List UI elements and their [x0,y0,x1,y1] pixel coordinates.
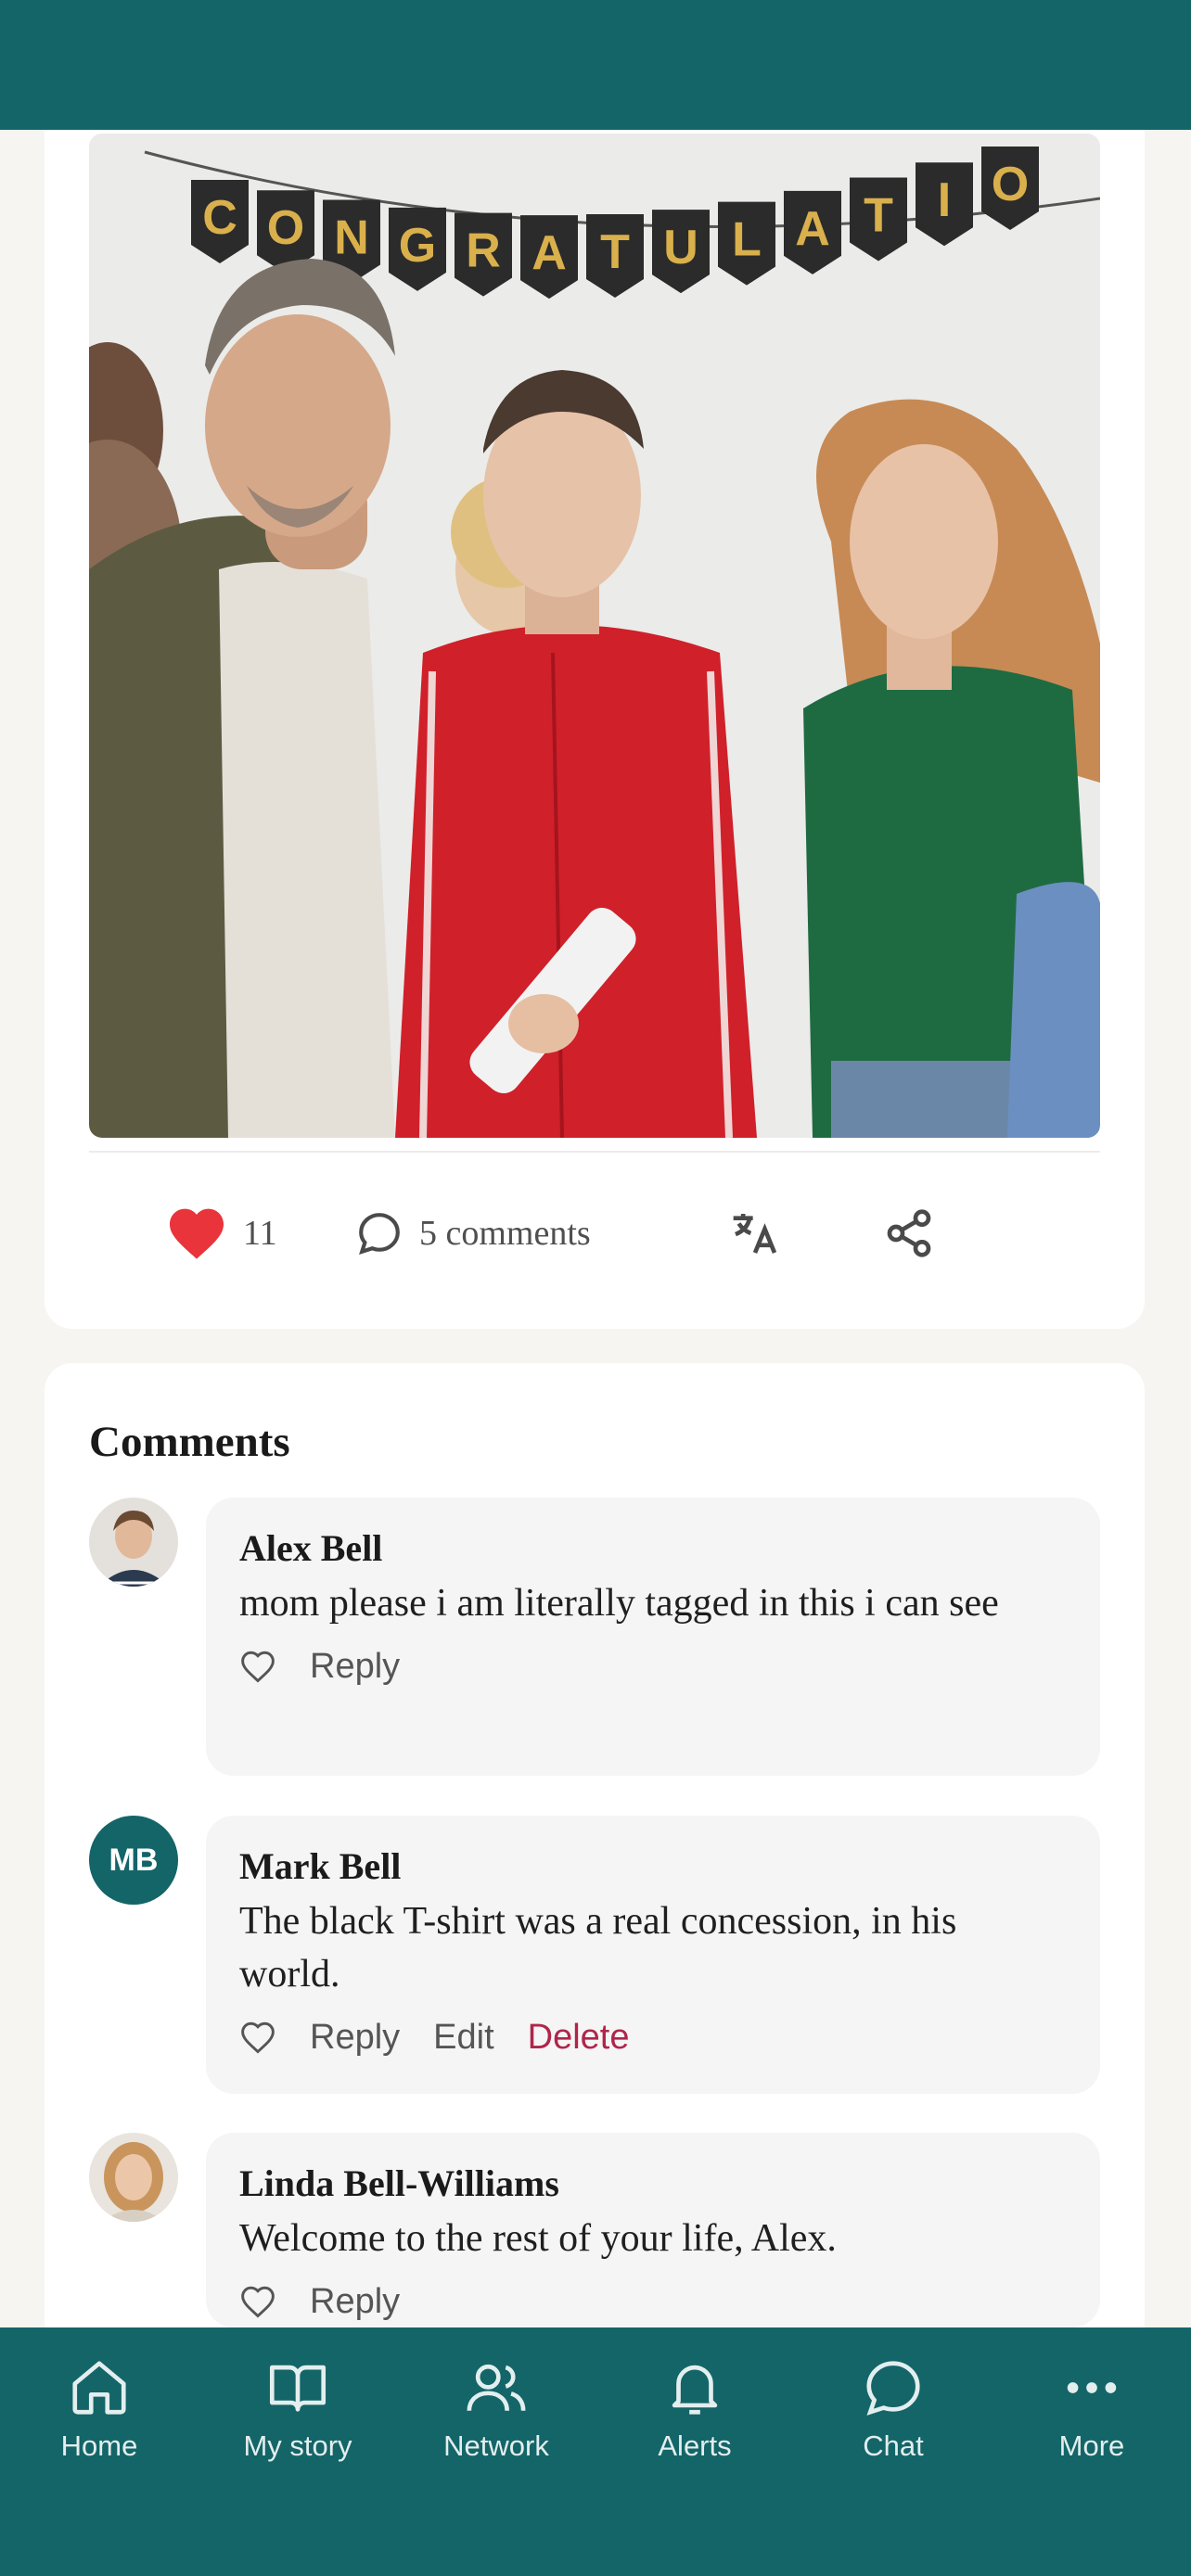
comment-author[interactable]: Mark Bell [239,1843,1067,1890]
nav-my-story[interactable]: My story [198,2355,397,2476]
book-icon [269,2365,327,2412]
alex-avatar-photo [89,1498,178,1587]
post-card: CONGRATULATIO 11 5 comments [45,130,1145,1329]
heart-outline-icon[interactable] [239,1650,276,1683]
linda-avatar-photo [89,2133,178,2222]
nav-home[interactable]: Home [0,2355,198,2476]
comments-count-label: 5 comments [419,1214,591,1253]
heart-filled-icon [170,1208,224,1259]
comment-text: mom please i am literally tagged in this… [239,1582,999,1625]
share-button[interactable] [883,1196,935,1270]
avatar-initials[interactable]: MB [89,1816,178,1905]
nav-alerts[interactable]: Alerts [596,2355,794,2476]
heart-outline-icon[interactable] [239,2021,276,2054]
graduation-photo: CONGRATULATIO [89,134,1100,1138]
comment-text: Welcome to the rest of your life, Alex. [239,2217,837,2260]
nav-more[interactable]: More [992,2355,1191,2476]
comments-section: Comments Alex Bell mom please i am liter… [45,1363,1145,2327]
translate-button[interactable] [729,1196,781,1270]
banner-letter: C [202,191,237,245]
comment-text: The black T-shirt was a real concession,… [239,1900,957,1996]
banner-letter: U [663,221,698,274]
avatar[interactable] [89,1498,178,1587]
reply-button[interactable]: Reply [310,1647,400,1687]
banner-letter: N [334,211,369,265]
banner-letter: O [992,158,1029,211]
comment-author[interactable]: Linda Bell-Williams [239,2161,1067,2207]
comment-actions: Reply [239,1643,1067,1690]
banner-letter: L [732,213,762,267]
comment-actions: Reply Edit Delete [239,2014,1067,2060]
reply-button[interactable]: Reply [310,2018,400,2058]
banner-letter: T [600,225,630,279]
post-actions: 11 5 comments [89,1196,1100,1270]
banner-letter: O [267,201,304,255]
comment-bubble: Mark Bell The black T-shirt was a real c… [206,1816,1100,2094]
comment-author[interactable]: Alex Bell [239,1525,1067,1572]
banner-letter: R [466,224,501,278]
like-count: 11 [243,1214,277,1253]
comments-button[interactable]: 5 comments [356,1196,591,1270]
comment-bubble: Linda Bell-Williams Welcome to the rest … [206,2133,1100,2327]
comment-actions: Reply [239,2278,1067,2325]
banner-letter: I [938,173,951,227]
banner-letter: A [531,226,567,280]
delete-button[interactable]: Delete [528,2018,630,2058]
heart-outline-icon[interactable] [239,2285,276,2318]
nav-label: Chat [863,2429,924,2462]
divider [89,1151,1100,1153]
reply-button[interactable]: Reply [310,2282,400,2322]
banner-letter: T [864,189,893,243]
nav-label: My story [243,2429,352,2462]
post-photo[interactable]: CONGRATULATIO [89,134,1100,1138]
nav-label: Alerts [658,2429,732,2462]
banner-letter: A [795,202,830,256]
nav-label: Home [60,2429,138,2462]
people-icon [467,2364,526,2411]
banner-letter: G [399,219,436,273]
bell-icon [672,2365,718,2415]
like-button[interactable]: 11 [167,1196,277,1270]
nav-network[interactable]: Network [397,2355,596,2476]
top-app-bar [0,0,1191,130]
home-icon [72,2361,126,2415]
comments-heading: Comments [89,1418,290,1466]
translate-icon [733,1214,777,1254]
comment-bubble: Alex Bell mom please i am literally tagg… [206,1498,1100,1776]
nav-chat[interactable]: Chat [794,2355,992,2476]
bottom-nav: Home My story Network Alerts Chat More [0,2327,1191,2576]
more-icon [1067,2382,1117,2393]
avatar[interactable] [89,2133,178,2222]
nav-label: More [1058,2429,1125,2462]
nav-label: Network [443,2429,549,2462]
chat-icon [866,2361,920,2416]
share-icon [887,1209,931,1257]
edit-button[interactable]: Edit [433,2018,493,2058]
speech-bubble-icon [359,1213,400,1256]
